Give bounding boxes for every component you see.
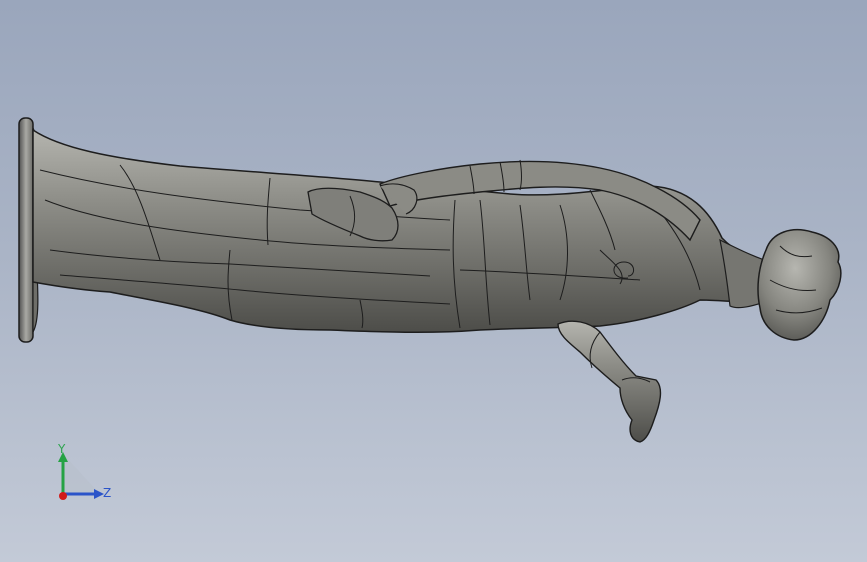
x-axis-dot bbox=[59, 492, 67, 500]
lower-arm bbox=[557, 320, 662, 443]
graphics-viewport[interactable]: Y Z bbox=[0, 0, 867, 562]
robe bbox=[32, 128, 771, 334]
z-axis-label: Z bbox=[103, 486, 112, 500]
head bbox=[757, 229, 842, 341]
coordinate-triad[interactable] bbox=[40, 436, 130, 516]
y-axis-label: Y bbox=[58, 442, 66, 456]
statue-model[interactable] bbox=[0, 0, 867, 562]
